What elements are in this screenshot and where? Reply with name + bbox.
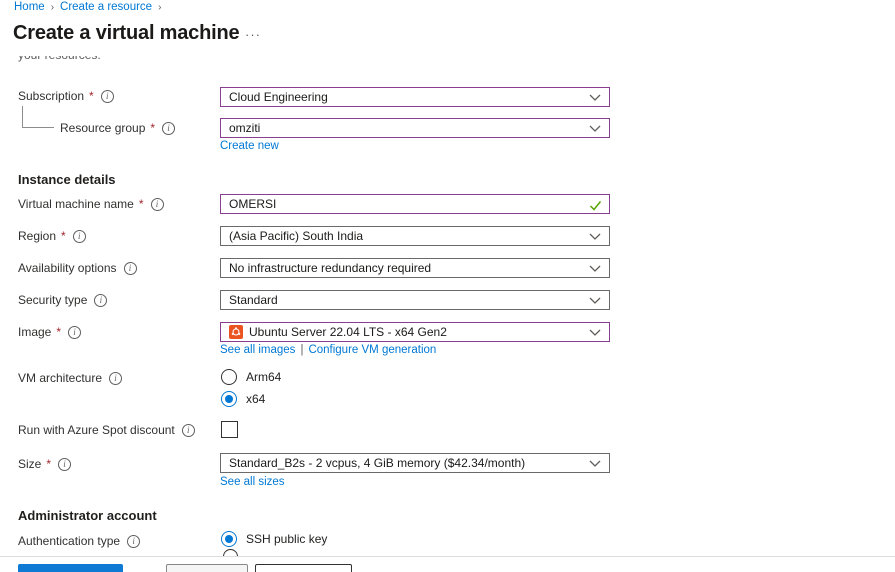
resource-group-label: Resource group* i [60,121,175,135]
footer-bar [0,556,895,572]
radio-icon [221,369,237,385]
resource-group-dropdown[interactable]: omziti [220,118,610,138]
radio-ssh-public-key[interactable]: SSH public key [221,531,327,547]
info-icon[interactable]: i [94,294,107,307]
chevron-down-icon [589,94,601,102]
size-dropdown[interactable]: Standard_B2s - 2 vcpus, 4 GiB memory ($4… [220,453,610,473]
authentication-type-label: Authentication type i [18,534,140,548]
availability-options-label: Availability options i [18,261,137,275]
administrator-account-heading: Administrator account [18,508,157,523]
radio-label: Arm64 [246,370,281,384]
links-divider: | [300,344,303,356]
security-type-dropdown[interactable]: Standard [220,290,610,310]
info-icon[interactable]: i [58,458,71,471]
region-value: (Asia Pacific) South India [229,229,363,243]
azure-spot-checkbox[interactable] [221,421,238,438]
radio-label: x64 [246,392,265,406]
required-marker: * [46,457,51,471]
radio-label: SSH public key [246,532,327,546]
size-label: Size* i [18,457,71,471]
breadcrumb-separator: › [158,2,161,13]
radio-arm64[interactable]: Arm64 [221,369,281,385]
vm-name-label: Virtual machine name* i [18,197,164,211]
size-value: Standard_B2s - 2 vcpus, 4 GiB memory ($4… [229,456,525,470]
chevron-down-icon [589,297,601,305]
region-label: Region* i [18,229,86,243]
chevron-down-icon [589,125,601,133]
region-dropdown[interactable]: (Asia Pacific) South India [220,226,610,246]
footer-previous-button[interactable] [166,564,248,572]
security-type-value: Standard [229,293,278,307]
breadcrumb-separator: › [51,2,54,13]
radio-selected-icon [221,391,237,407]
chevron-down-icon [589,329,601,337]
chevron-down-icon [589,460,601,468]
more-options-icon[interactable]: ··· [245,27,261,42]
subscription-value: Cloud Engineering [229,90,328,104]
breadcrumb-create-resource-link[interactable]: Create a resource [60,1,152,13]
see-all-sizes-link[interactable]: See all sizes [220,476,285,488]
azure-spot-label: Run with Azure Spot discount i [18,423,195,437]
chevron-down-icon [589,265,601,273]
instance-details-heading: Instance details [18,172,116,187]
info-icon[interactable]: i [127,535,140,548]
image-value: Ubuntu Server 22.04 LTS - x64 Gen2 [249,325,447,339]
clipped-scrolled-text: your resources. [18,56,238,63]
create-vm-page: Home › Create a resource › Create a virt… [0,0,895,572]
configure-vm-generation-link[interactable]: Configure VM generation [308,344,436,356]
subscription-label: Subscription* i [18,89,114,103]
vm-architecture-label: VM architecture i [18,371,122,385]
info-icon[interactable]: i [73,230,86,243]
valid-check-icon [589,200,602,211]
page-title: Create a virtual machine [13,22,239,45]
breadcrumb: Home › Create a resource › [14,1,161,13]
chevron-down-icon [589,233,601,241]
required-marker: * [139,197,144,211]
required-marker: * [89,89,94,103]
required-marker: * [56,325,61,339]
footer-primary-button[interactable] [18,564,123,572]
radio-x64[interactable]: x64 [221,391,265,407]
subscription-dropdown[interactable]: Cloud Engineering [220,87,610,107]
footer-next-button[interactable] [255,564,352,572]
security-type-label: Security type i [18,293,107,307]
availability-options-dropdown[interactable]: No infrastructure redundancy required [220,258,610,278]
image-dropdown[interactable]: Ubuntu Server 22.04 LTS - x64 Gen2 [220,322,610,342]
info-icon[interactable]: i [182,424,195,437]
required-marker: * [150,121,155,135]
resource-group-value: omziti [229,121,260,135]
image-links-row: See all images | Configure VM generation [220,344,436,356]
create-new-link[interactable]: Create new [220,140,279,152]
hierarchy-connector [22,106,54,128]
info-icon[interactable]: i [68,326,81,339]
ubuntu-logo-icon [229,325,243,339]
see-all-images-link[interactable]: See all images [220,344,295,356]
vm-name-input[interactable]: OMERSI [220,194,610,214]
info-icon[interactable]: i [124,262,137,275]
breadcrumb-home-link[interactable]: Home [14,1,45,13]
info-icon[interactable]: i [151,198,164,211]
image-label: Image* i [18,325,81,339]
vm-name-value: OMERSI [229,197,276,211]
info-icon[interactable]: i [162,122,175,135]
radio-selected-icon [221,531,237,547]
availability-value: No infrastructure redundancy required [229,261,431,275]
info-icon[interactable]: i [109,372,122,385]
info-icon[interactable]: i [101,90,114,103]
required-marker: * [61,229,66,243]
